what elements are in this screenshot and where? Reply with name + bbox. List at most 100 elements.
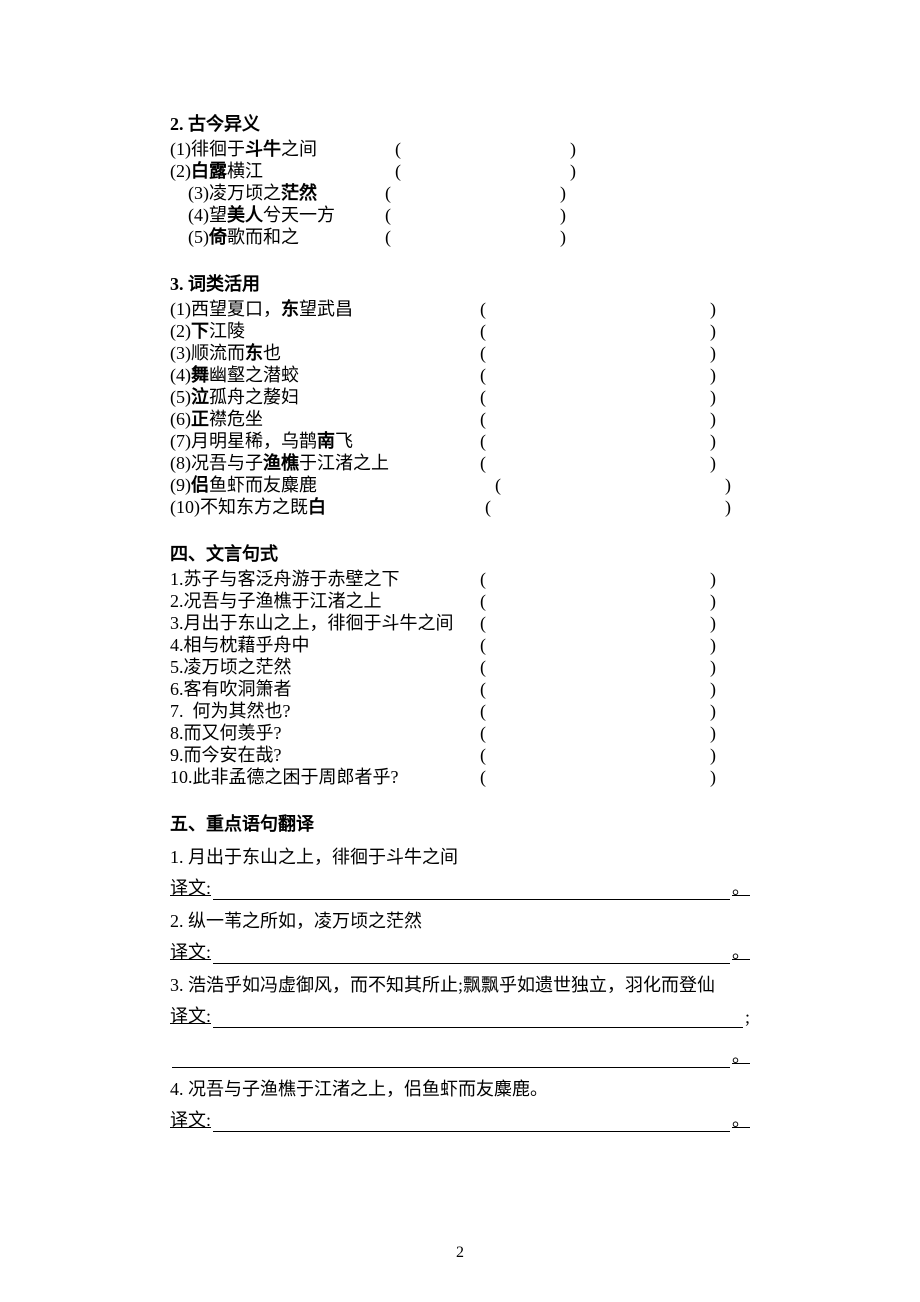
section-2-items: (1)徘徊于斗牛之间()(2)白露横江()(3)凌万顷之茫然()(4)望美人兮天… <box>170 138 750 248</box>
blank-line[interactable] <box>213 1009 743 1028</box>
item-text: 1.苏子与客泛舟游于赤壁之下 <box>170 568 400 590</box>
section-2-title: 2. 古今异义 <box>170 110 750 136</box>
paren-close: ) <box>710 634 720 656</box>
paren-close: ) <box>710 452 720 474</box>
paren-close: ) <box>710 744 720 766</box>
item-text: 10.此非孟德之困于周郎者乎? <box>170 766 399 788</box>
item-text: (1)西望夏口，东望武昌 <box>170 298 353 320</box>
blank-line[interactable] <box>213 881 730 900</box>
paren-open: ( <box>480 700 490 722</box>
item-text: (2)下江陵 <box>170 320 245 342</box>
list-item: (3)凌万顷之茫然 () <box>170 182 750 204</box>
section-3: 3. 词类活用 (1)西望夏口，东望武昌()(2)下江陵()(3)顺流而东也()… <box>170 270 750 518</box>
line-terminator: 。 <box>732 1106 750 1132</box>
item-text: (3)凌万顷之茫然 <box>188 182 317 204</box>
translation-question: 3. 浩浩乎如冯虚御风，而不知其所止;飘飘乎如遗世独立，羽化而登仙 <box>170 972 750 998</box>
section-5-title: 五、重点语句翻译 <box>170 810 750 836</box>
paren-close: ) <box>710 722 720 744</box>
paren-close: ) <box>560 204 570 226</box>
section-4: 四、文言句式 1.苏子与客泛舟游于赤壁之下()2.况吾与子渔樵于江渚之上()3.… <box>170 540 750 788</box>
item-text: (6)正襟危坐 <box>170 408 263 430</box>
paren-open: ( <box>495 474 505 496</box>
paren-close: ) <box>725 474 735 496</box>
paren-open: ( <box>480 452 490 474</box>
paren-open: ( <box>480 430 490 452</box>
section-5: 五、重点语句翻译 1. 月出于东山之上，徘徊于斗牛之间译文: 。 2. 纵一苇之… <box>170 810 750 1132</box>
list-item: 6.客有吹洞箫者 () <box>170 678 750 700</box>
list-item: (1)西望夏口，东望武昌() <box>170 298 750 320</box>
item-text: 6.客有吹洞箫者 <box>170 678 292 700</box>
list-item: 5.凌万顷之茫然() <box>170 656 750 678</box>
paren-close: ) <box>570 138 580 160</box>
item-text: (3)顺流而东也 <box>170 342 281 364</box>
translation-answer-line: 。 <box>170 1042 750 1068</box>
item-text: (4)望美人兮天一方 <box>188 204 335 226</box>
list-item: (8)况吾与子渔樵于江渚之上 () <box>170 452 750 474</box>
line-terminator: 。 <box>732 1042 750 1068</box>
paren-close: ) <box>710 590 720 612</box>
list-item: 1.苏子与客泛舟游于赤壁之下() <box>170 568 750 590</box>
line-terminator: 。 <box>732 938 750 964</box>
list-item: (7)月明星稀，乌鹊南飞 () <box>170 430 750 452</box>
list-item: (9)侣鱼虾而友麋鹿() <box>170 474 750 496</box>
translation-prefix: 译文: <box>170 938 211 964</box>
paren-open: ( <box>485 496 495 518</box>
translation-prefix: 译文: <box>170 1106 211 1132</box>
paren-open: ( <box>480 320 490 342</box>
paren-open: ( <box>480 590 490 612</box>
paren-close: ) <box>710 612 720 634</box>
translation-answer-line: 译文: ; <box>170 1002 750 1028</box>
paren-close: ) <box>570 160 580 182</box>
item-text: (8)况吾与子渔樵于江渚之上 <box>170 452 389 474</box>
blank-line[interactable] <box>213 945 730 964</box>
paren-open: ( <box>385 182 395 204</box>
paren-close: ) <box>710 656 720 678</box>
paren-open: ( <box>480 766 490 788</box>
item-text: (10)不知东方之既白 <box>170 496 326 518</box>
translation-prefix: 译文: <box>170 1002 211 1028</box>
paren-open: ( <box>385 204 395 226</box>
page: 2. 古今异义 (1)徘徊于斗牛之间()(2)白露横江 () (3)凌万顷之茫然 ()… <box>0 0 920 1302</box>
paren-close: ) <box>710 430 720 452</box>
paren-open: ( <box>480 568 490 590</box>
paren-open: ( <box>480 656 490 678</box>
paren-close: ) <box>710 364 720 386</box>
paren-open: ( <box>480 744 490 766</box>
translation-answer-line: 译文: 。 <box>170 1106 750 1132</box>
blank-line[interactable] <box>213 1113 730 1132</box>
blank-line[interactable] <box>172 1049 730 1068</box>
section-3-title: 3. 词类活用 <box>170 270 750 296</box>
list-item: (4)望美人兮天一方 () <box>170 204 750 226</box>
item-text: 9.而今安在哉? <box>170 744 282 766</box>
section-4-title: 四、文言句式 <box>170 540 750 566</box>
paren-close: ) <box>710 700 720 722</box>
item-text: 8.而又何羡乎? <box>170 722 282 744</box>
translation-question: 4. 况吾与子渔樵于江渚之上，侣鱼虾而友麋鹿。 <box>170 1076 750 1102</box>
paren-close: ) <box>560 226 570 248</box>
line-terminator: ; <box>745 1007 750 1028</box>
list-item: (5)泣孤舟之嫠妇() <box>170 386 750 408</box>
paren-open: ( <box>480 386 490 408</box>
paren-close: ) <box>710 766 720 788</box>
list-item: (10)不知东方之既白() <box>170 496 750 518</box>
item-text: (7)月明星稀，乌鹊南飞 <box>170 430 353 452</box>
list-item: (6)正襟危坐() <box>170 408 750 430</box>
paren-open: ( <box>480 678 490 700</box>
paren-open: ( <box>480 342 490 364</box>
list-item: 2.况吾与子渔樵于江渚之上() <box>170 590 750 612</box>
list-item: 3.月出于东山之上，徘徊于斗牛之间() <box>170 612 750 634</box>
translation-question: 1. 月出于东山之上，徘徊于斗牛之间 <box>170 844 750 870</box>
list-item: (4)舞幽壑之潜蛟() <box>170 364 750 386</box>
paren-close: ) <box>560 182 570 204</box>
section-4-items: 1.苏子与客泛舟游于赤壁之下()2.况吾与子渔樵于江渚之上()3.月出于东山之上… <box>170 568 750 788</box>
item-text: (5)泣孤舟之嫠妇 <box>170 386 299 408</box>
item-text: 4.相与枕藉乎舟中 <box>170 634 310 656</box>
list-item: (3)顺流而东也() <box>170 342 750 364</box>
paren-close: ) <box>710 678 720 700</box>
paren-open: ( <box>480 612 490 634</box>
list-item: (1)徘徊于斗牛之间() <box>170 138 750 160</box>
translation-question: 2. 纵一苇之所如，凌万顷之茫然 <box>170 908 750 934</box>
list-item: (5)倚歌而和之() <box>170 226 750 248</box>
item-text: (2)白露横江 <box>170 160 263 182</box>
item-text: 7. 何为其然也? <box>170 700 291 722</box>
